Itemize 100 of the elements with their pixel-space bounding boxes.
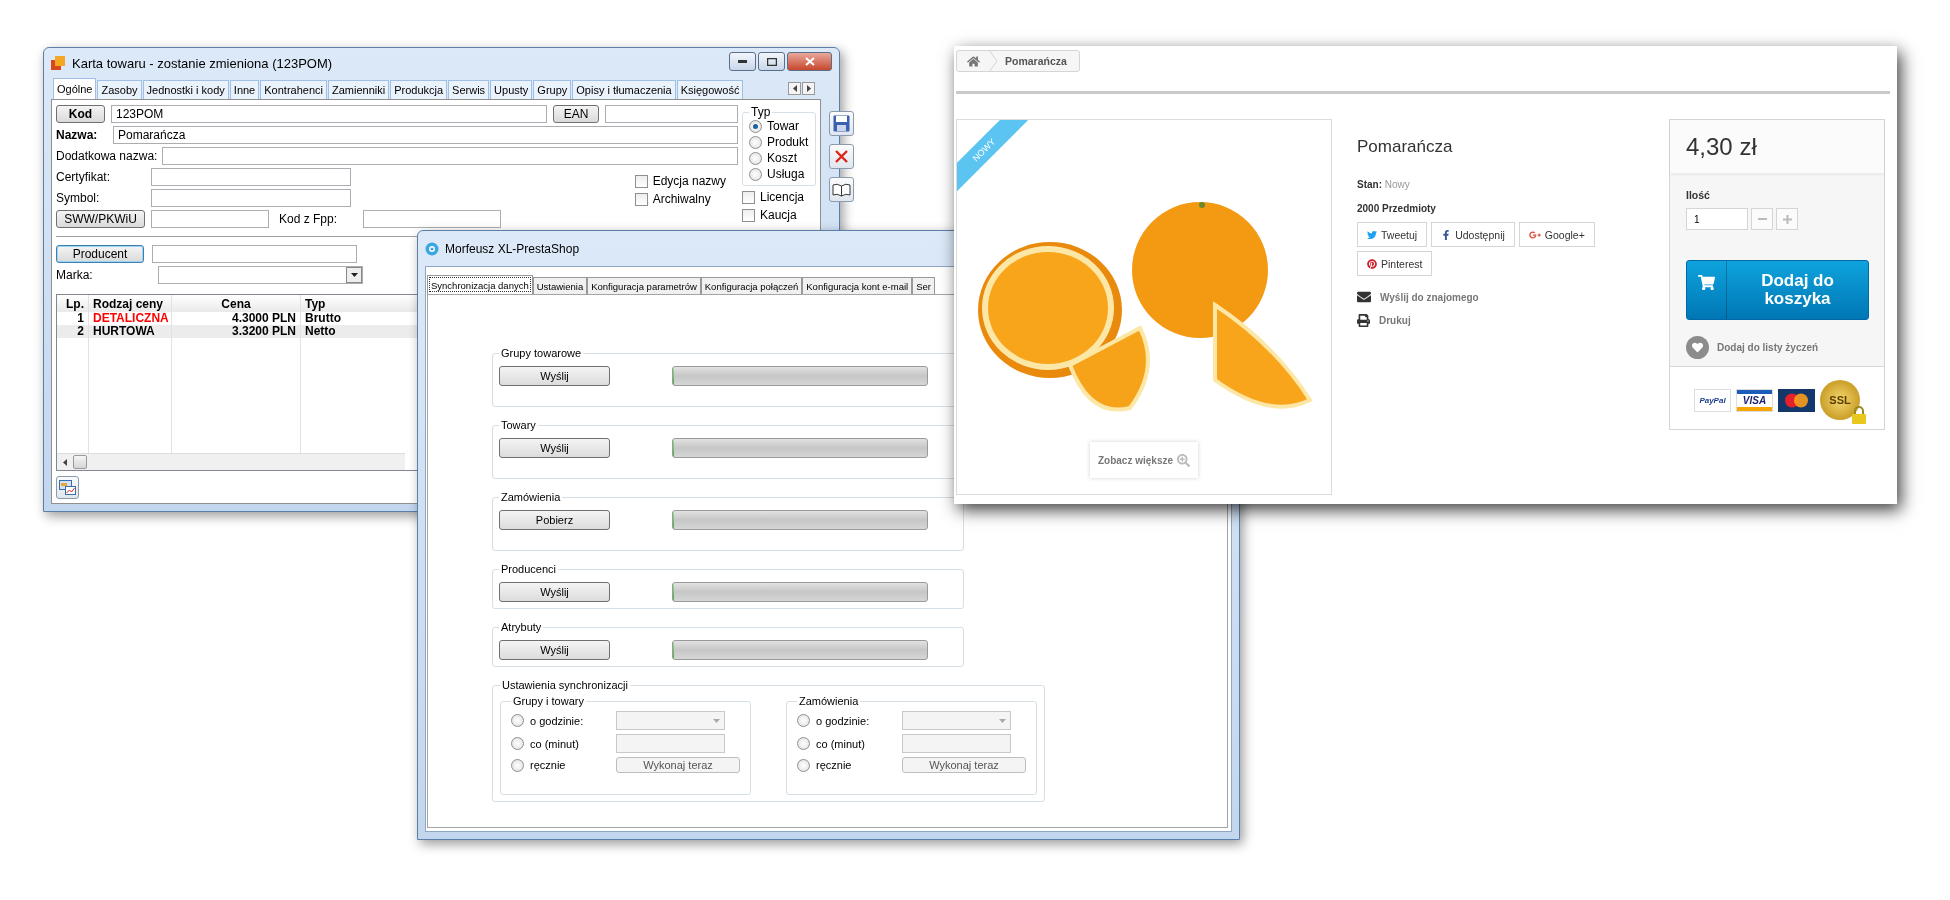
code-field[interactable]: 123POM — [111, 105, 547, 123]
tab[interactable]: Synchronizacja danych — [427, 275, 533, 294]
radio-button[interactable] — [797, 714, 810, 727]
radio-label: co (minut) — [816, 737, 866, 750]
fpp-field[interactable] — [363, 210, 501, 228]
tab[interactable]: Zamienniki — [327, 80, 390, 99]
scrollbar-thumb[interactable] — [73, 455, 87, 469]
cross-icon — [834, 149, 849, 164]
radio-button[interactable] — [749, 135, 762, 149]
app-logo-icon — [425, 241, 439, 256]
tab[interactable]: Serwis — [448, 80, 490, 99]
minutes-field[interactable] — [902, 734, 1011, 753]
minutes-field[interactable] — [616, 734, 725, 753]
pinterest-icon — [1367, 258, 1377, 269]
symbol-field[interactable] — [151, 189, 351, 207]
action-button[interactable]: Pobierz — [499, 510, 610, 530]
close-button[interactable] — [787, 52, 832, 71]
tab[interactable]: Grupy — [533, 80, 572, 99]
tab[interactable]: Ogólne — [53, 78, 97, 99]
ean-button[interactable]: EAN — [553, 105, 599, 123]
run-now-button[interactable]: Wykonaj teraz — [616, 757, 740, 773]
radio-button[interactable] — [797, 758, 810, 772]
tab[interactable]: Księgowość — [676, 80, 744, 99]
checkbox[interactable] — [742, 208, 755, 222]
tab[interactable]: Opisy i tłumaczenia — [572, 80, 676, 99]
checkbox-label: Edycja nazwy — [652, 174, 726, 188]
wishlist-link[interactable]: Dodaj do listy życzeń — [1686, 336, 1868, 359]
tab[interactable]: Zasoby — [97, 80, 142, 99]
delete-button[interactable] — [829, 144, 854, 169]
action-button[interactable]: Wyślij — [499, 366, 610, 386]
tab[interactable]: Konfiguracja parametrów — [587, 277, 701, 294]
radio-button[interactable] — [797, 737, 810, 750]
book-button[interactable] — [829, 177, 854, 202]
tab[interactable]: Jednostki i kody — [142, 80, 229, 99]
sww-field[interactable] — [151, 210, 269, 228]
breadcrumb-link[interactable]: Pomarańcza — [997, 55, 1079, 67]
tab[interactable]: Upusty — [490, 80, 533, 99]
extra-name-field[interactable] — [162, 147, 738, 165]
picture-chart-icon — [59, 480, 76, 495]
scroll-right-button[interactable] — [802, 82, 815, 95]
ean-field[interactable] — [605, 105, 738, 123]
text-link[interactable]: Drukuj — [1357, 314, 1411, 327]
cart-icon — [1698, 274, 1715, 291]
tab[interactable]: Ustawienia — [532, 277, 588, 294]
group-title: Zamówienia — [500, 491, 562, 503]
producer-field[interactable] — [152, 245, 357, 263]
share-button[interactable]: Tweetuj — [1357, 222, 1428, 247]
code-button[interactable]: Kod — [56, 105, 105, 123]
action-button[interactable]: Wyślij — [499, 640, 610, 660]
radio-button[interactable] — [749, 167, 762, 181]
close-icon — [804, 57, 815, 66]
checkbox[interactable] — [634, 192, 648, 206]
horizontal-scrollbar[interactable] — [57, 453, 405, 470]
action-button[interactable]: Wyślij — [499, 438, 610, 458]
zoom-button[interactable]: Zobacz większe — [1090, 442, 1198, 478]
seal-label: SSL — [1829, 394, 1851, 406]
producer-button[interactable]: Producent — [56, 245, 144, 263]
minimize-button[interactable] — [729, 52, 756, 71]
text-link[interactable]: Wyślij do znajomego — [1357, 290, 1479, 304]
tab[interactable]: Kontrahenci — [260, 80, 327, 99]
maximize-button[interactable] — [758, 52, 785, 71]
tab[interactable]: Produkcja — [390, 80, 448, 99]
checkbox[interactable] — [634, 174, 648, 188]
share-button[interactable]: Udostępnij — [1431, 222, 1515, 247]
group-title: Producenci — [500, 563, 558, 575]
right-triangle-icon — [806, 85, 811, 92]
increase-button[interactable] — [1776, 208, 1798, 230]
tab[interactable]: Ser — [912, 277, 935, 294]
radio-button[interactable] — [511, 737, 524, 750]
group-title: Zamówienia — [798, 695, 860, 707]
certificate-field[interactable] — [151, 168, 351, 186]
checkbox[interactable] — [742, 190, 755, 204]
share-button[interactable]: Pinterest — [1357, 251, 1433, 276]
sww-button[interactable]: SWW/PKWiU — [56, 210, 145, 228]
radio-button[interactable] — [511, 758, 524, 772]
quantity-field[interactable]: 1 — [1686, 208, 1748, 230]
name-field[interactable]: Pomarańcza — [113, 126, 738, 144]
tab[interactable]: Konfiguracja kont e-mail — [802, 277, 913, 294]
radio-button[interactable] — [749, 151, 762, 165]
tab[interactable]: Inne — [229, 80, 260, 99]
time-select[interactable] — [616, 711, 725, 730]
radio-button[interactable] — [749, 119, 762, 133]
radio-label: ręcznie — [530, 759, 567, 771]
extra-name-label: Dodatkowa nazwa: — [56, 149, 156, 163]
share-button[interactable]: Google+ — [1518, 222, 1595, 247]
brand-select[interactable] — [158, 266, 363, 284]
save-button[interactable] — [829, 111, 854, 136]
condition-text: Stan: Nowy — [1357, 179, 1410, 190]
chart-image-button[interactable] — [56, 476, 79, 499]
maximize-icon — [766, 57, 777, 66]
add-to-cart-button[interactable]: Dodaj do koszyka — [1686, 260, 1869, 320]
run-now-button[interactable]: Wykonaj teraz — [902, 757, 1026, 773]
symbol-label: Symbol: — [56, 191, 101, 205]
radio-button[interactable] — [511, 714, 524, 727]
decrease-button[interactable] — [1751, 208, 1773, 230]
action-button[interactable]: Wyślij — [499, 582, 610, 602]
scroll-left-button[interactable] — [788, 82, 801, 95]
time-select[interactable] — [902, 711, 1011, 730]
tab[interactable]: Konfiguracja połączeń — [700, 277, 803, 294]
table-cell: 2 — [57, 325, 88, 338]
